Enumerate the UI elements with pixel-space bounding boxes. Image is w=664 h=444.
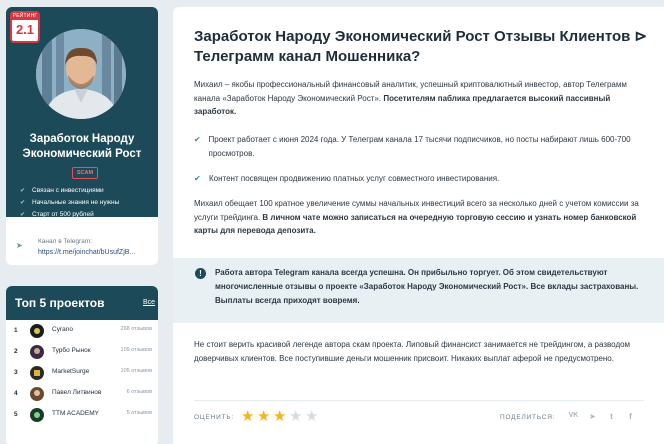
top-project-item[interactable]: 1 Cyrano 268 отзывов bbox=[6, 320, 158, 341]
top-projects-card: Топ 5 проектов Все 1 Cyrano 268 отзывов … bbox=[6, 286, 158, 444]
feature-label: Начальные знания не нужны bbox=[32, 199, 120, 206]
project-name: Турбо Рынок bbox=[52, 347, 91, 354]
profile-header: РЕЙТИНГ 2.1 Заработок Народу Экономическ… bbox=[6, 7, 158, 218]
intro-paragraph: Михаил – якобы профессиональный финансов… bbox=[194, 78, 649, 119]
feature-label: Связан с инвестициями bbox=[32, 187, 104, 194]
body-paragraph: Михаил обещает 100 кратное увеличение су… bbox=[194, 197, 649, 238]
feature-item: ✔ Старт от 500 рублей bbox=[20, 209, 119, 221]
scam-badge: SCAM bbox=[72, 167, 98, 179]
share-label: ПОДЕЛИТЬСЯ: bbox=[500, 414, 556, 421]
divider bbox=[194, 400, 644, 401]
top-project-item[interactable]: 2 Турбо Рынок 109 отзывов bbox=[6, 341, 158, 362]
project-logo bbox=[30, 366, 44, 380]
info-text: Работа автора Telegram канала всегда усп… bbox=[215, 268, 639, 305]
rank-number: 5 bbox=[14, 411, 18, 418]
project-logo bbox=[30, 387, 44, 401]
telegram-link-block: ➤ Канал в Telegram: https://t.me/joincha… bbox=[16, 237, 135, 258]
facebook-icon[interactable]: f bbox=[621, 412, 640, 421]
info-callout: ! Работа автора Telegram канала всегда у… bbox=[173, 258, 664, 323]
star-icon[interactable]: ★ bbox=[273, 409, 289, 424]
check-icon: ✔ bbox=[20, 188, 26, 194]
feature-list: ✔ Связан с инвестициями ✔ Начальные знания… bbox=[20, 185, 119, 221]
rank-number: 3 bbox=[14, 369, 18, 376]
review-count: 6 отзывов bbox=[126, 389, 152, 395]
star-icon[interactable]: ★ bbox=[289, 409, 305, 424]
article-title: Заработок Народу Экономический Рост Отзы… bbox=[194, 28, 648, 65]
review-count: 105 отзывов bbox=[120, 368, 152, 374]
exclamation-icon: ! bbox=[195, 268, 206, 279]
article-card: Заработок Народу Экономический Рост Отзы… bbox=[173, 7, 664, 444]
telegram-link[interactable]: https://t.me/joinchat/bUsufZjB... bbox=[38, 247, 135, 258]
top-projects-title: Топ 5 проектов bbox=[15, 296, 105, 310]
channel-name: Заработок Народу Экономический Рост bbox=[6, 132, 158, 162]
top-project-item[interactable]: 3 MarketSurge 105 отзывов bbox=[6, 362, 158, 383]
telegram-icon[interactable]: ➤ bbox=[583, 412, 602, 421]
rating-badge: РЕЙТИНГ 2.1 bbox=[10, 11, 40, 43]
check-icon: ✔ bbox=[20, 200, 26, 206]
rating-value: 2.1 bbox=[15, 22, 35, 37]
rating-label: РЕЙТИНГ bbox=[12, 13, 38, 20]
check-item: ✔ Контент посвящен продвижению платных у… bbox=[194, 172, 649, 186]
avatar-photo bbox=[36, 29, 126, 119]
top-projects-list: 1 Cyrano 268 отзывов 2 Турбо Рынок 109 о… bbox=[6, 320, 158, 425]
check-text: Контент посвящен продвижению платных усл… bbox=[209, 174, 500, 183]
vk-icon[interactable]: VK bbox=[564, 412, 583, 421]
check-item: ✔ Проект работает с июня 2024 года. У Те… bbox=[194, 133, 649, 160]
star-icon[interactable]: ★ bbox=[305, 409, 321, 424]
telegram-label: Канал в Telegram: bbox=[38, 238, 93, 245]
conclusion-paragraph: Не стоит верить красивой легенде автора … bbox=[194, 340, 631, 363]
rank-number: 1 bbox=[14, 327, 18, 334]
review-count: 268 отзывов bbox=[120, 326, 152, 332]
channel-name-line1: Заработок Народу bbox=[29, 133, 135, 145]
project-logo bbox=[30, 324, 44, 338]
review-count: 5 отзывов bbox=[126, 410, 152, 416]
project-name: Павел Литвинов bbox=[52, 389, 102, 396]
check-icon: ✔ bbox=[194, 135, 201, 144]
avatar bbox=[36, 29, 126, 119]
check-icon: ✔ bbox=[20, 212, 26, 218]
check-text: Проект работает с июня 2024 года. У Теле… bbox=[208, 135, 631, 158]
rank-number: 2 bbox=[14, 348, 18, 355]
telegram-icon: ➤ bbox=[16, 241, 23, 250]
project-logo bbox=[30, 345, 44, 359]
rank-number: 4 bbox=[14, 390, 18, 397]
check-icon: ✔ bbox=[194, 174, 201, 183]
project-name: MarketSurge bbox=[52, 368, 90, 375]
project-logo bbox=[30, 408, 44, 422]
top-projects-header: Топ 5 проектов Все bbox=[6, 286, 158, 320]
top-project-item[interactable]: 4 Павел Литвинов 6 отзывов bbox=[6, 383, 158, 404]
star-rating: ★ ★ ★ ★ ★ bbox=[241, 409, 321, 424]
project-name: TTM ACADEMY bbox=[52, 410, 99, 417]
share-buttons: VK ➤ t f bbox=[564, 412, 640, 421]
rate-label: ОЦЕНИТЬ: bbox=[194, 414, 235, 421]
channel-profile-card: РЕЙТИНГ 2.1 Заработок Народу Экономическ… bbox=[6, 7, 158, 265]
top-project-item[interactable]: 5 TTM ACADEMY 5 отзывов bbox=[6, 404, 158, 425]
star-icon[interactable]: ★ bbox=[241, 409, 257, 424]
channel-name-line2: Экономический Рост bbox=[22, 148, 142, 160]
review-count: 109 отзывов bbox=[120, 347, 152, 353]
feature-label: Старт от 500 рублей bbox=[32, 211, 94, 218]
project-name: Cyrano bbox=[52, 326, 73, 333]
see-all-link[interactable]: Все bbox=[143, 299, 155, 306]
feature-item: ✔ Начальные знания не нужны bbox=[20, 197, 119, 209]
twitter-icon[interactable]: t bbox=[602, 412, 621, 421]
feature-item: ✔ Связан с инвестициями bbox=[20, 185, 119, 197]
star-icon[interactable]: ★ bbox=[257, 409, 273, 424]
body-bold-text: В личном чате можно записаться на очеред… bbox=[194, 212, 637, 236]
